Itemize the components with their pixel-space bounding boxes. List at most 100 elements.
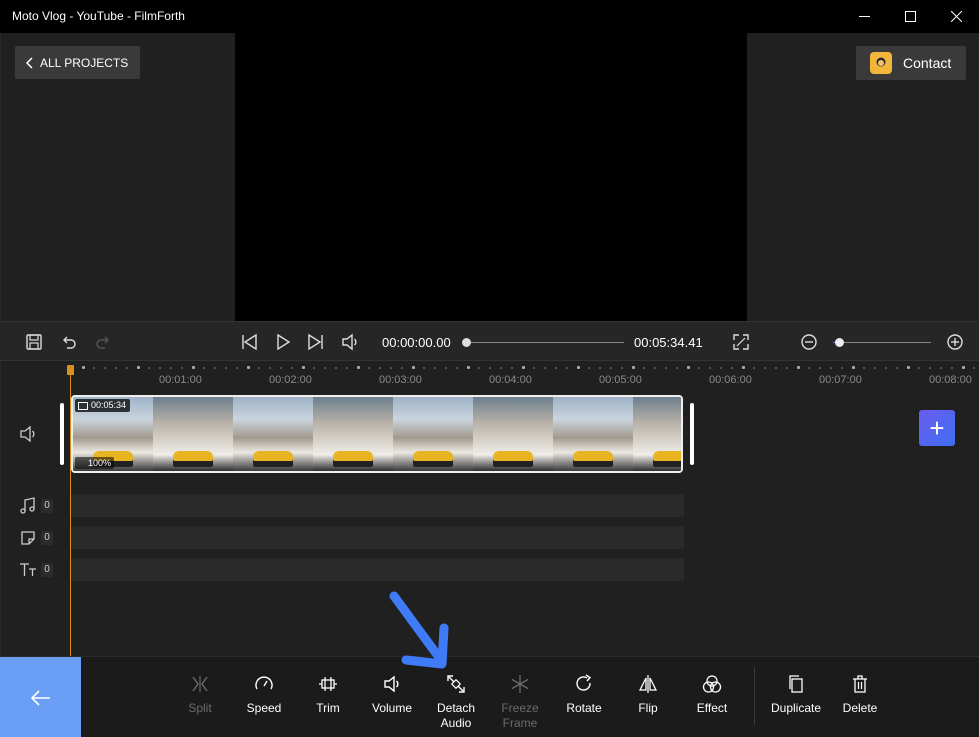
- text-track[interactable]: [71, 558, 684, 581]
- flip-button[interactable]: Flip: [616, 673, 680, 716]
- ruler-tick: [665, 367, 667, 369]
- ruler-tick: [775, 367, 777, 369]
- duplicate-icon: [789, 675, 803, 693]
- ruler-tick: [346, 367, 348, 369]
- clip-trim-handle-left[interactable]: [60, 403, 64, 465]
- save-icon[interactable]: [23, 331, 45, 353]
- clip-thumbnail: [153, 397, 233, 471]
- music-track[interactable]: [71, 494, 684, 517]
- ruler-tick: [401, 367, 403, 369]
- duplicate-button[interactable]: Duplicate: [764, 673, 828, 716]
- video-track-audio-icon[interactable]: [18, 424, 38, 444]
- ruler-label: 00:06:00: [709, 374, 752, 386]
- clip-trim-handle-right[interactable]: [690, 403, 694, 465]
- trim-label: Trim: [316, 701, 340, 715]
- sticker-track[interactable]: [71, 526, 684, 549]
- ruler-tick: [940, 367, 942, 369]
- title-bar: Moto Vlog - YouTube - FilmForth: [0, 0, 979, 33]
- rotate-button[interactable]: Rotate: [552, 673, 616, 716]
- window-title: Moto Vlog - YouTube - FilmForth: [12, 9, 185, 23]
- ruler-tick: [819, 367, 821, 369]
- ruler-label: 00:03:00: [379, 374, 422, 386]
- video-preview[interactable]: [235, 33, 747, 321]
- ruler-tick: [533, 367, 535, 369]
- close-button[interactable]: [933, 0, 979, 33]
- ruler-tick: [324, 367, 326, 369]
- ruler-tick: [225, 367, 227, 369]
- clip-thumbnail: [633, 397, 681, 471]
- zoom-out-icon[interactable]: [798, 331, 820, 353]
- ruler-tick: [467, 366, 470, 369]
- fullscreen-icon[interactable]: [730, 331, 752, 353]
- skip-to-end-icon[interactable]: [305, 331, 327, 353]
- ruler-label: 00:07:00: [819, 374, 862, 386]
- ruler-tick: [159, 367, 161, 369]
- clip-volume-badge: 100%: [75, 457, 115, 469]
- plus-icon: +: [929, 413, 945, 443]
- ruler-tick: [544, 367, 546, 369]
- volume-icon[interactable]: [339, 331, 361, 353]
- ruler-tick: [918, 367, 920, 369]
- preview-area: ALL PROJECTS Contact: [0, 33, 979, 321]
- music-icon[interactable]: [18, 496, 38, 516]
- flip-icon: [638, 675, 658, 693]
- detach-audio-button[interactable]: Detach Audio: [424, 673, 488, 731]
- playhead-handle[interactable]: [67, 365, 74, 375]
- effect-button[interactable]: Effect: [680, 673, 744, 716]
- ruler-tick: [412, 366, 415, 369]
- ruler-tick: [236, 367, 238, 369]
- split-label: Split: [188, 701, 212, 715]
- ruler-tick: [687, 366, 690, 369]
- redo-icon[interactable]: [92, 331, 114, 353]
- ruler-tick: [478, 367, 480, 369]
- detach-icon: [447, 675, 465, 693]
- volume-button[interactable]: Volume: [360, 673, 424, 716]
- contact-button[interactable]: Contact: [856, 46, 966, 80]
- play-icon[interactable]: [272, 331, 294, 353]
- trim-icon: [319, 677, 337, 691]
- total-time: 00:05:34.41: [634, 335, 703, 350]
- zoom-slider-knob[interactable]: [835, 338, 844, 347]
- ruler-tick: [709, 367, 711, 369]
- freeze-frame-button[interactable]: Freeze Frame: [488, 673, 552, 731]
- ruler-tick: [676, 367, 678, 369]
- ruler-tick: [390, 367, 392, 369]
- ruler-tick: [720, 367, 722, 369]
- undo-icon[interactable]: [58, 331, 80, 353]
- zoom-in-icon[interactable]: [944, 331, 966, 353]
- zoom-slider[interactable]: [833, 342, 931, 343]
- progress-slider-knob[interactable]: [462, 338, 471, 347]
- maximize-icon: [904, 11, 916, 22]
- clip-thumbnail: [393, 397, 473, 471]
- ruler-tick: [423, 367, 425, 369]
- ruler-tick: [973, 367, 975, 369]
- all-projects-button[interactable]: ALL PROJECTS: [15, 46, 141, 79]
- timeline: 00:01:00 00:02:00 00:03:00 00:04:00 00:0…: [0, 361, 979, 656]
- ruler-tick: [654, 367, 656, 369]
- sticker-icon[interactable]: [18, 528, 38, 548]
- split-button[interactable]: Split: [168, 673, 232, 716]
- text-icon[interactable]: [18, 560, 38, 580]
- time-ruler[interactable]: 00:01:00 00:02:00 00:03:00 00:04:00 00:0…: [1, 361, 979, 391]
- ruler-label: 00:02:00: [269, 374, 312, 386]
- trim-button[interactable]: Trim: [296, 673, 360, 716]
- speedometer-icon: [255, 676, 273, 690]
- skip-to-start-icon[interactable]: [238, 331, 260, 353]
- minimize-button[interactable]: [841, 0, 887, 33]
- ruler-tick: [115, 367, 117, 369]
- maximize-button[interactable]: [887, 0, 933, 33]
- split-icon: [192, 676, 208, 692]
- playhead[interactable]: [70, 369, 71, 656]
- back-button[interactable]: [0, 657, 81, 737]
- ruler-tick: [148, 367, 150, 369]
- text-track-count: 0: [41, 563, 53, 577]
- ruler-tick: [181, 367, 183, 369]
- progress-slider[interactable]: [466, 342, 624, 343]
- add-media-button[interactable]: +: [919, 410, 955, 446]
- chevron-left-icon: [25, 56, 33, 69]
- delete-button[interactable]: Delete: [828, 673, 892, 716]
- ruler-tick: [489, 367, 491, 369]
- video-clip[interactable]: 00:05:34 100%: [71, 395, 683, 473]
- ruler-tick: [896, 367, 898, 369]
- speed-button[interactable]: Speed: [232, 673, 296, 716]
